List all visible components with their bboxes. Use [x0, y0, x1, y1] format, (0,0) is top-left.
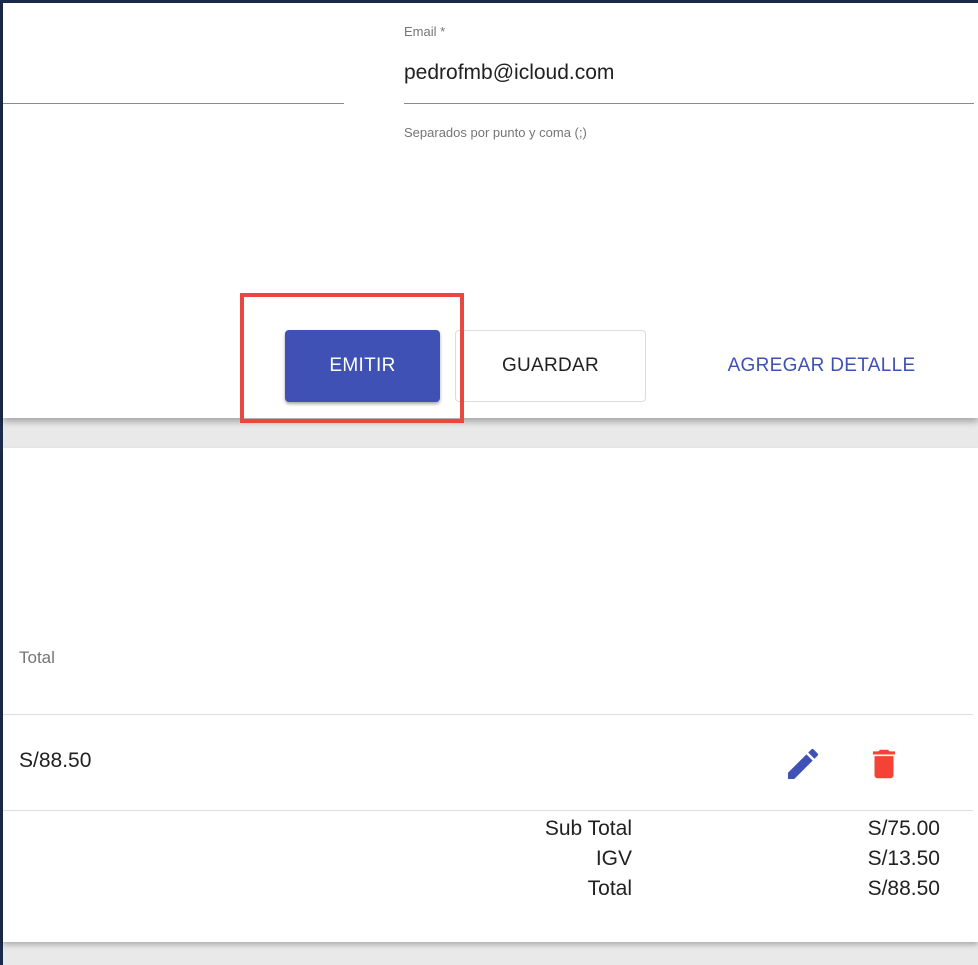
page-background-bottom [3, 942, 978, 965]
summary-subtotal-label: Sub Total [544, 817, 632, 840]
email-underline [404, 103, 974, 104]
table-row-total: S/88.50 [19, 749, 92, 772]
trash-icon[interactable] [865, 744, 903, 784]
input-underline[interactable] [3, 103, 344, 104]
invoice-form-card: Email * pedrofmb@icloud.com Separados po… [3, 3, 978, 418]
summary-total-value: S/88.50 [867, 877, 940, 900]
summary-igv-value: S/13.50 [867, 847, 940, 870]
column-header-total: Total [19, 648, 55, 667]
detail-table-card: Total S/88.50 Sub Total S/75.00 IGV S/13… [3, 448, 978, 942]
email-input[interactable]: pedrofmb@icloud.com [404, 61, 614, 85]
summary-total-label: Total [587, 877, 632, 900]
table-header-divider [3, 714, 973, 715]
agregar-detalle-button[interactable]: AGREGAR DETALLE [679, 330, 964, 402]
summary-subtotal-value: S/75.00 [867, 817, 940, 840]
table-row-divider [3, 810, 973, 811]
section-separator [3, 418, 978, 448]
email-hint: Separados por punto y coma (;) [404, 125, 587, 140]
guardar-button[interactable]: GUARDAR [455, 330, 646, 402]
email-label: Email * [404, 24, 446, 39]
emitir-button[interactable]: EMITIR [285, 330, 440, 402]
summary-igv-label: IGV [595, 847, 632, 870]
pencil-icon[interactable] [783, 744, 823, 784]
